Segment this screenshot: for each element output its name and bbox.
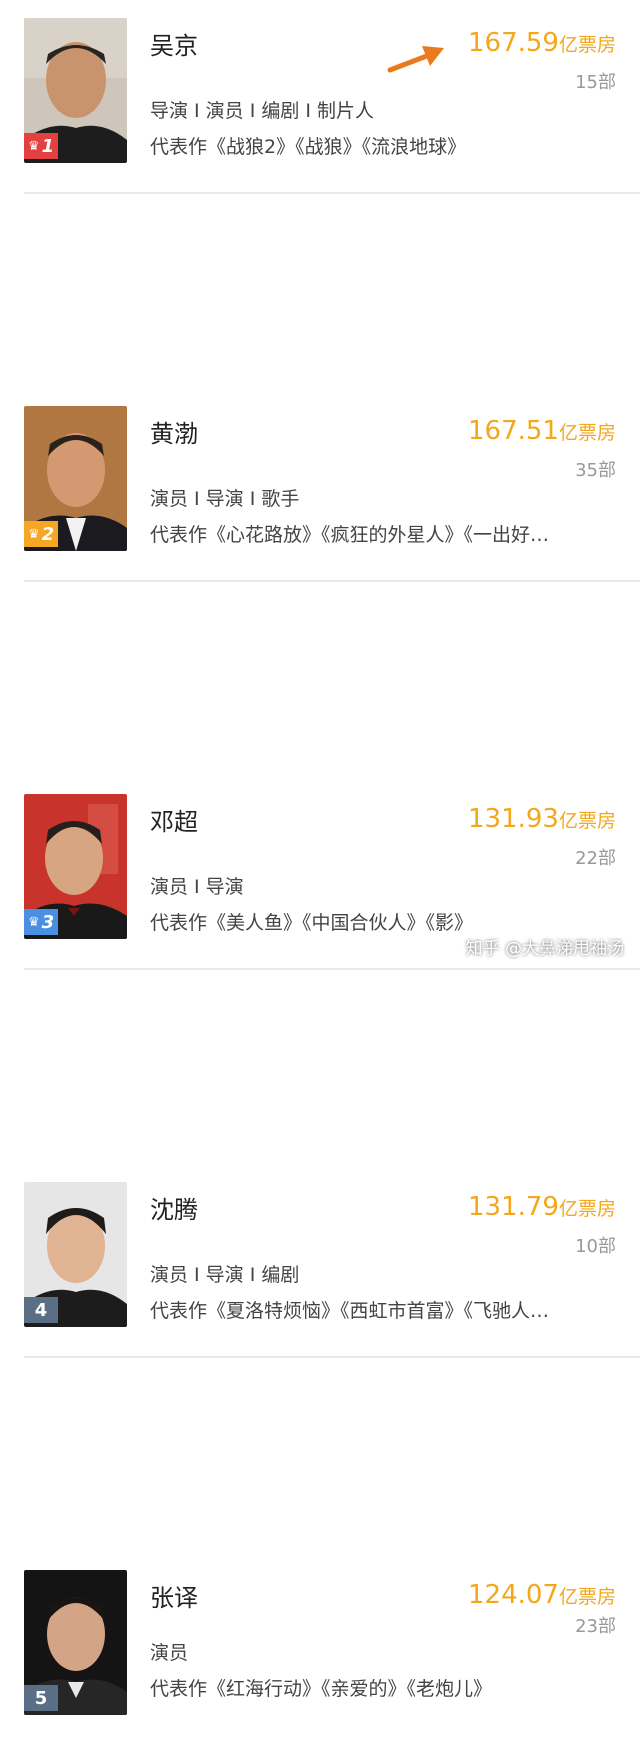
divider [24, 192, 640, 194]
person-roles: 演员 [150, 1642, 189, 1664]
representative-works: 代表作《战狼2》《战狼》《流浪地球》 [150, 136, 467, 158]
box-office-value: 131.79 [468, 1192, 559, 1222]
representative-works: 代表作《夏洛特烦恼》《西虹市首富》《飞驰人… [150, 1300, 550, 1322]
divider [24, 580, 640, 582]
list-item[interactable]: 5 张译 演员 代表作《红海行动》《亲爱的》《老炮儿》 124.07亿票房 23… [0, 1552, 640, 1746]
avatar: 4 [24, 1182, 127, 1327]
person-name: 吴京 [150, 32, 198, 60]
rank-badge: 5 [24, 1685, 58, 1711]
divider [24, 1356, 640, 1358]
box-office-unit: 亿票房 [558, 34, 616, 56]
rank-badge: 4 [24, 1297, 58, 1323]
rank-number: 2 [41, 523, 55, 545]
box-office-unit: 亿票房 [558, 810, 616, 832]
box-office-value: 167.59 [468, 28, 559, 58]
rank-number: 4 [34, 1299, 48, 1321]
avatar: 5 [24, 1570, 127, 1715]
divider [24, 968, 640, 970]
film-count: 22部 [575, 848, 616, 869]
person-roles: 演员 I 导演 [150, 876, 244, 898]
person-roles: 演员 I 导演 I 歌手 [150, 488, 300, 510]
box-office-value: 131.93 [468, 804, 559, 834]
box-office-value: 167.51 [468, 416, 559, 446]
person-name: 黄渤 [150, 420, 198, 448]
box-office: 131.79亿票房 [468, 1192, 616, 1222]
box-office: 131.93亿票房 [468, 804, 616, 834]
person-roles: 演员 I 导演 I 编剧 [150, 1264, 300, 1286]
film-count: 23部 [575, 1616, 616, 1637]
list-item[interactable]: ♛ 2 黄渤 演员 I 导演 I 歌手 代表作《心花路放》《疯狂的外星人》《一出… [0, 388, 640, 582]
rank-badge: ♛ 3 [24, 909, 59, 935]
film-count: 15部 [575, 72, 616, 93]
rank-badge: ♛ 2 [24, 521, 59, 547]
box-office: 124.07亿票房 [468, 1580, 616, 1610]
list-item[interactable]: 4 沈腾 演员 I 导演 I 编剧 代表作《夏洛特烦恼》《西虹市首富》《飞驰人…… [0, 1164, 640, 1358]
box-office: 167.59亿票房 [468, 28, 616, 58]
person-name: 张译 [150, 1584, 198, 1612]
box-office: 167.51亿票房 [468, 416, 616, 446]
box-office-value: 124.07 [468, 1580, 559, 1610]
box-office-unit: 亿票房 [558, 1586, 616, 1608]
representative-works: 代表作《红海行动》《亲爱的》《老炮儿》 [150, 1678, 493, 1700]
person-name: 沈腾 [150, 1196, 198, 1224]
rank-number: 1 [41, 135, 55, 157]
box-office-unit: 亿票房 [558, 422, 616, 444]
ranking-list: ♛ 1 吴京 导演 I 演员 I 编剧 I 制片人 代表作《战狼2》《战狼》《流… [0, 0, 640, 1715]
film-count: 35部 [575, 460, 616, 481]
list-item[interactable]: ♛ 1 吴京 导演 I 演员 I 编剧 I 制片人 代表作《战狼2》《战狼》《流… [0, 0, 640, 194]
crown-icon: ♛ [28, 138, 40, 154]
crown-icon: ♛ [28, 914, 40, 930]
person-name: 邓超 [150, 808, 198, 836]
avatar: ♛ 3 [24, 794, 127, 939]
crown-icon: ♛ [28, 526, 40, 542]
person-roles: 导演 I 演员 I 编剧 I 制片人 [150, 100, 375, 122]
rank-number: 5 [34, 1687, 48, 1709]
arrow-annotation-icon [387, 46, 444, 73]
representative-works: 代表作《美人鱼》《中国合伙人》《影》 [150, 912, 474, 934]
film-count: 10部 [575, 1236, 616, 1257]
avatar: ♛ 1 [24, 18, 127, 163]
box-office-unit: 亿票房 [558, 1198, 616, 1220]
rank-number: 3 [41, 911, 55, 933]
rank-badge: ♛ 1 [24, 133, 59, 159]
watermark: 知乎 @大鼻涕甩袖汤 [465, 939, 624, 959]
avatar: ♛ 2 [24, 406, 127, 551]
representative-works: 代表作《心花路放》《疯狂的外星人》《一出好… [150, 524, 550, 546]
